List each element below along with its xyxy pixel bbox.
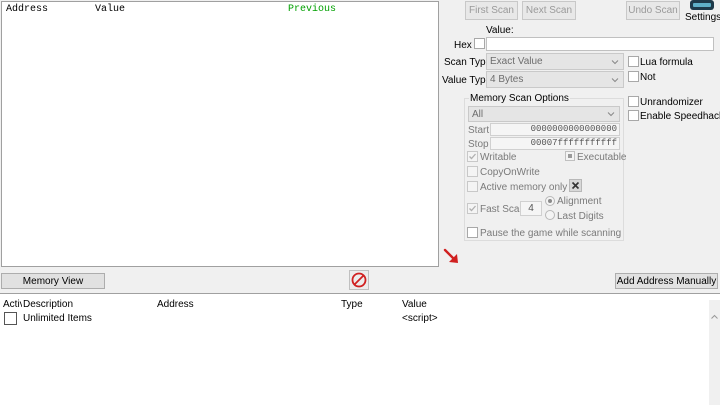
chevron-down-icon <box>611 77 619 82</box>
scan-type-label: Scan Type <box>444 57 492 68</box>
column-header-previous[interactable]: Previous <box>288 4 336 15</box>
column-header-value[interactable]: Value <box>402 299 427 310</box>
column-header-value[interactable]: Value <box>95 4 125 15</box>
copy-on-write-checkbox[interactable] <box>467 166 478 177</box>
value-type-select[interactable]: 4 Bytes <box>486 71 624 88</box>
not-label: Not <box>640 72 656 83</box>
active-memory-only-label: Active memory only <box>480 182 568 193</box>
hex-checkbox[interactable] <box>474 38 485 49</box>
pause-game-checkbox[interactable] <box>467 227 478 238</box>
checkmark-icon <box>469 205 476 212</box>
writable-label: Writable <box>480 152 517 163</box>
alignment-label: Alignment <box>557 196 602 207</box>
last-digits-radio[interactable] <box>545 210 555 220</box>
stop-label: Stop <box>468 139 489 150</box>
value-type-value: 4 Bytes <box>490 74 524 85</box>
chevron-down-icon <box>607 112 615 117</box>
cheat-table-list[interactable]: Active Description Address Type Value Un… <box>0 293 720 405</box>
hex-label: Hex <box>454 40 472 51</box>
copy-on-write-label: CopyOnWrite <box>480 167 540 178</box>
column-header-address[interactable]: Address <box>6 4 48 15</box>
value-label: Value: <box>486 25 514 36</box>
pause-game-label: Pause the game while scanning <box>480 228 622 239</box>
undo-scan-button[interactable]: Undo Scan <box>626 1 680 20</box>
memory-scan-options-title: Memory Scan Options <box>469 93 570 104</box>
stop-address-input[interactable]: 00007fffffffffff <box>490 137 620 150</box>
executable-checkbox[interactable] <box>565 151 575 161</box>
found-address-list[interactable]: Address Value Previous <box>1 1 439 267</box>
row-description: Unlimited Items <box>23 313 92 324</box>
table-row[interactable]: Unlimited Items <script> <box>0 311 708 326</box>
alignment-radio[interactable] <box>545 196 555 206</box>
column-header-active-wrap[interactable]: Active <box>0 298 22 310</box>
row-value: <script> <box>402 313 438 324</box>
column-header-type[interactable]: Type <box>341 299 363 310</box>
scroll-up-icon[interactable] <box>709 312 720 322</box>
cheat-engine-logo-icon[interactable] <box>689 0 715 11</box>
first-scan-button[interactable]: First Scan <box>465 1 518 20</box>
unrandomizer-checkbox[interactable] <box>628 96 639 107</box>
chevron-down-icon <box>611 59 619 64</box>
fast-scan-checkbox[interactable] <box>467 203 478 214</box>
add-address-manually-button[interactable]: Add Address Manually <box>615 273 718 289</box>
memory-region-select[interactable]: All <box>468 106 620 122</box>
add-to-list-arrow-icon[interactable] <box>442 246 462 266</box>
column-header-description[interactable]: Description <box>23 299 73 310</box>
executable-label: Executable <box>577 152 627 163</box>
enable-speedhack-checkbox[interactable] <box>628 110 639 121</box>
no-entry-icon <box>351 272 367 288</box>
scan-type-value: Exact Value <box>490 56 543 67</box>
column-header-address[interactable]: Address <box>157 299 194 310</box>
lua-formula-checkbox[interactable] <box>628 56 639 67</box>
fast-scan-label: Fast Scan <box>480 204 526 215</box>
active-checkbox[interactable] <box>4 312 17 325</box>
close-icon[interactable] <box>569 179 582 192</box>
settings-label[interactable]: Settings <box>685 12 720 23</box>
enable-speedhack-label: Enable Speedhack <box>640 111 720 122</box>
value-input[interactable] <box>486 37 714 51</box>
unrandomizer-label: Unrandomizer <box>640 97 703 108</box>
value-type-label: Value Type <box>442 75 492 86</box>
not-checkbox[interactable] <box>628 71 639 82</box>
next-scan-button[interactable]: Next Scan <box>522 1 576 20</box>
vertical-scrollbar[interactable] <box>709 300 720 405</box>
memory-region-value: All <box>472 108 484 120</box>
checkmark-icon <box>469 153 476 160</box>
start-address-input[interactable]: 0000000000000000 <box>490 123 620 136</box>
scan-type-select[interactable]: Exact Value <box>486 53 624 70</box>
column-header-active[interactable]: Active <box>3 299 22 310</box>
last-digits-label: Last Digits <box>557 211 604 222</box>
fast-scan-value-input[interactable]: 4 <box>520 201 542 216</box>
clear-list-button[interactable] <box>349 270 369 290</box>
active-memory-only-checkbox[interactable] <box>467 181 478 192</box>
writable-checkbox[interactable] <box>467 151 478 162</box>
lua-formula-label: Lua formula <box>640 57 693 68</box>
start-label: Start <box>468 125 490 136</box>
memory-view-button[interactable]: Memory View <box>1 273 105 289</box>
